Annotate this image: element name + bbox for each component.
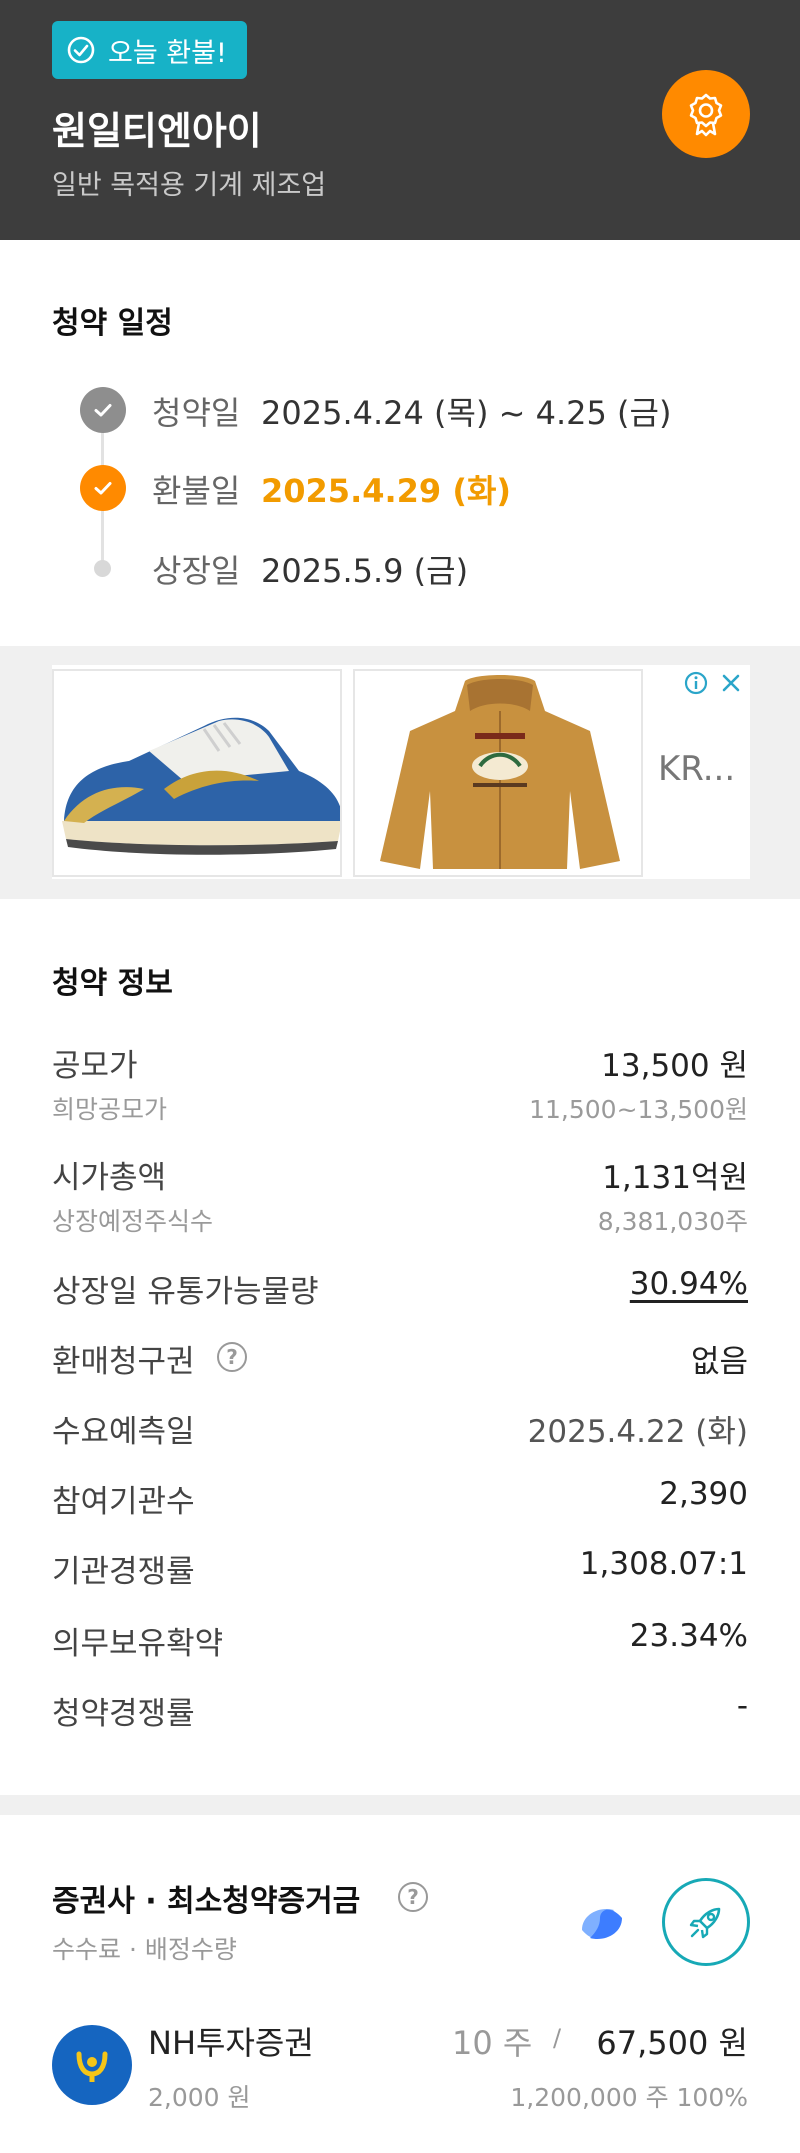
today-refund-badge: 오늘 환불! [52, 21, 247, 79]
float-ratio-label: 상장일 유통가능물량 [52, 1274, 319, 1310]
rocket-button[interactable] [662, 1878, 750, 1966]
broker-fee: 2,000 원 [148, 2083, 251, 2112]
ad-product-jacket[interactable] [353, 669, 643, 877]
put-back-option-label: 환매청구권 [52, 1344, 195, 1380]
schedule-label-listing: 상장일 [152, 552, 241, 590]
award-ribbon-icon [689, 93, 723, 137]
brokers-title: 증권사 · 최소청약증거금 [52, 1884, 361, 1919]
float-ratio-value[interactable]: 30.94% [630, 1266, 748, 1302]
schedule-title: 청약 일정 [52, 306, 173, 341]
broker-separator: / [553, 2024, 562, 2052]
desired-price-label: 희망공모가 [52, 1095, 168, 1124]
ad-close-icon[interactable] [720, 672, 742, 694]
ipo-header: 오늘 환불! 원일티엔아이 일반 목적용 기계 제조업 [0, 0, 800, 240]
check-icon [94, 482, 112, 495]
company-name: 원일티엔아이 [52, 109, 262, 153]
award-button[interactable] [662, 70, 750, 158]
ad-info-icon[interactable] [684, 671, 708, 695]
forecast-date-label: 수요예측일 [52, 1414, 195, 1450]
nh-logo-icon [76, 2051, 108, 2082]
industry-label: 일반 목적용 기계 제조업 [52, 170, 327, 201]
ad-more-text[interactable]: KR... [658, 749, 735, 789]
subscription-competition-label: 청약경쟁률 [52, 1696, 195, 1732]
ad-controls [684, 671, 742, 695]
offering-price-label: 공모가 [52, 1048, 138, 1084]
timeline-upcoming-dot [94, 560, 111, 577]
market-cap-label: 시가총액 [52, 1160, 167, 1196]
section-divider [0, 1795, 800, 1815]
ad-banner[interactable]: KR... [52, 665, 750, 879]
put-back-option-value: 없음 [690, 1344, 748, 1380]
institution-competition-label: 기관경쟁률 [52, 1554, 195, 1590]
shares-listed-value: 8,381,030주 [597, 1207, 748, 1236]
jacket-image [355, 671, 641, 875]
institutions-label: 참여기관수 [52, 1484, 195, 1520]
schedule-value-subscription: 2025.4.24 (목) ~ 4.25 (금) [261, 394, 672, 432]
offering-price-value: 13,500 원 [601, 1048, 748, 1084]
schedule-value-refund: 2025.4.29 (화) [261, 472, 512, 510]
market-cap-value: 1,131억원 [602, 1160, 748, 1196]
brokers-subtitle: 수수료 · 배정수량 [52, 1935, 237, 1964]
timeline-done-dot [80, 387, 126, 433]
help-icon[interactable]: ? [217, 1342, 247, 1372]
desired-price-value: 11,500~13,500원 [529, 1095, 748, 1124]
broker-min-deposit: 67,500 원 [596, 2024, 748, 2062]
nh-broker-logo [52, 2025, 132, 2105]
help-icon[interactable]: ? [398, 1882, 428, 1912]
rocket-icon [689, 1907, 721, 1939]
sneaker-image [54, 671, 340, 875]
toss-logo-icon[interactable] [574, 1896, 630, 1952]
broker-allocation: 1,200,000 주 100% [510, 2083, 748, 2112]
timeline-current-dot [80, 465, 126, 511]
subscription-info-title: 청약 정보 [52, 966, 173, 1001]
institutions-value: 2,390 [659, 1476, 748, 1512]
today-badge-label: 오늘 환불! [108, 37, 227, 69]
schedule-label-subscription: 청약일 [152, 394, 241, 432]
broker-min-shares: 10 주 [452, 2024, 533, 2062]
institution-competition-value: 1,308.07:1 [579, 1546, 748, 1582]
subscription-competition-value: - [736, 1688, 748, 1724]
schedule-value-listing: 2025.5.9 (금) [261, 552, 469, 590]
broker-name: NH투자증권 [148, 2024, 314, 2062]
lockup-value: 23.34% [629, 1618, 748, 1654]
check-icon [94, 404, 112, 417]
check-circle-icon [67, 36, 95, 64]
schedule-label-refund: 환불일 [152, 472, 241, 510]
lockup-label: 의무보유확약 [52, 1626, 224, 1662]
forecast-date-value: 2025.4.22 (화) [527, 1414, 748, 1450]
shares-listed-label: 상장예정주식수 [52, 1207, 214, 1236]
ad-product-sneaker[interactable] [52, 669, 342, 877]
